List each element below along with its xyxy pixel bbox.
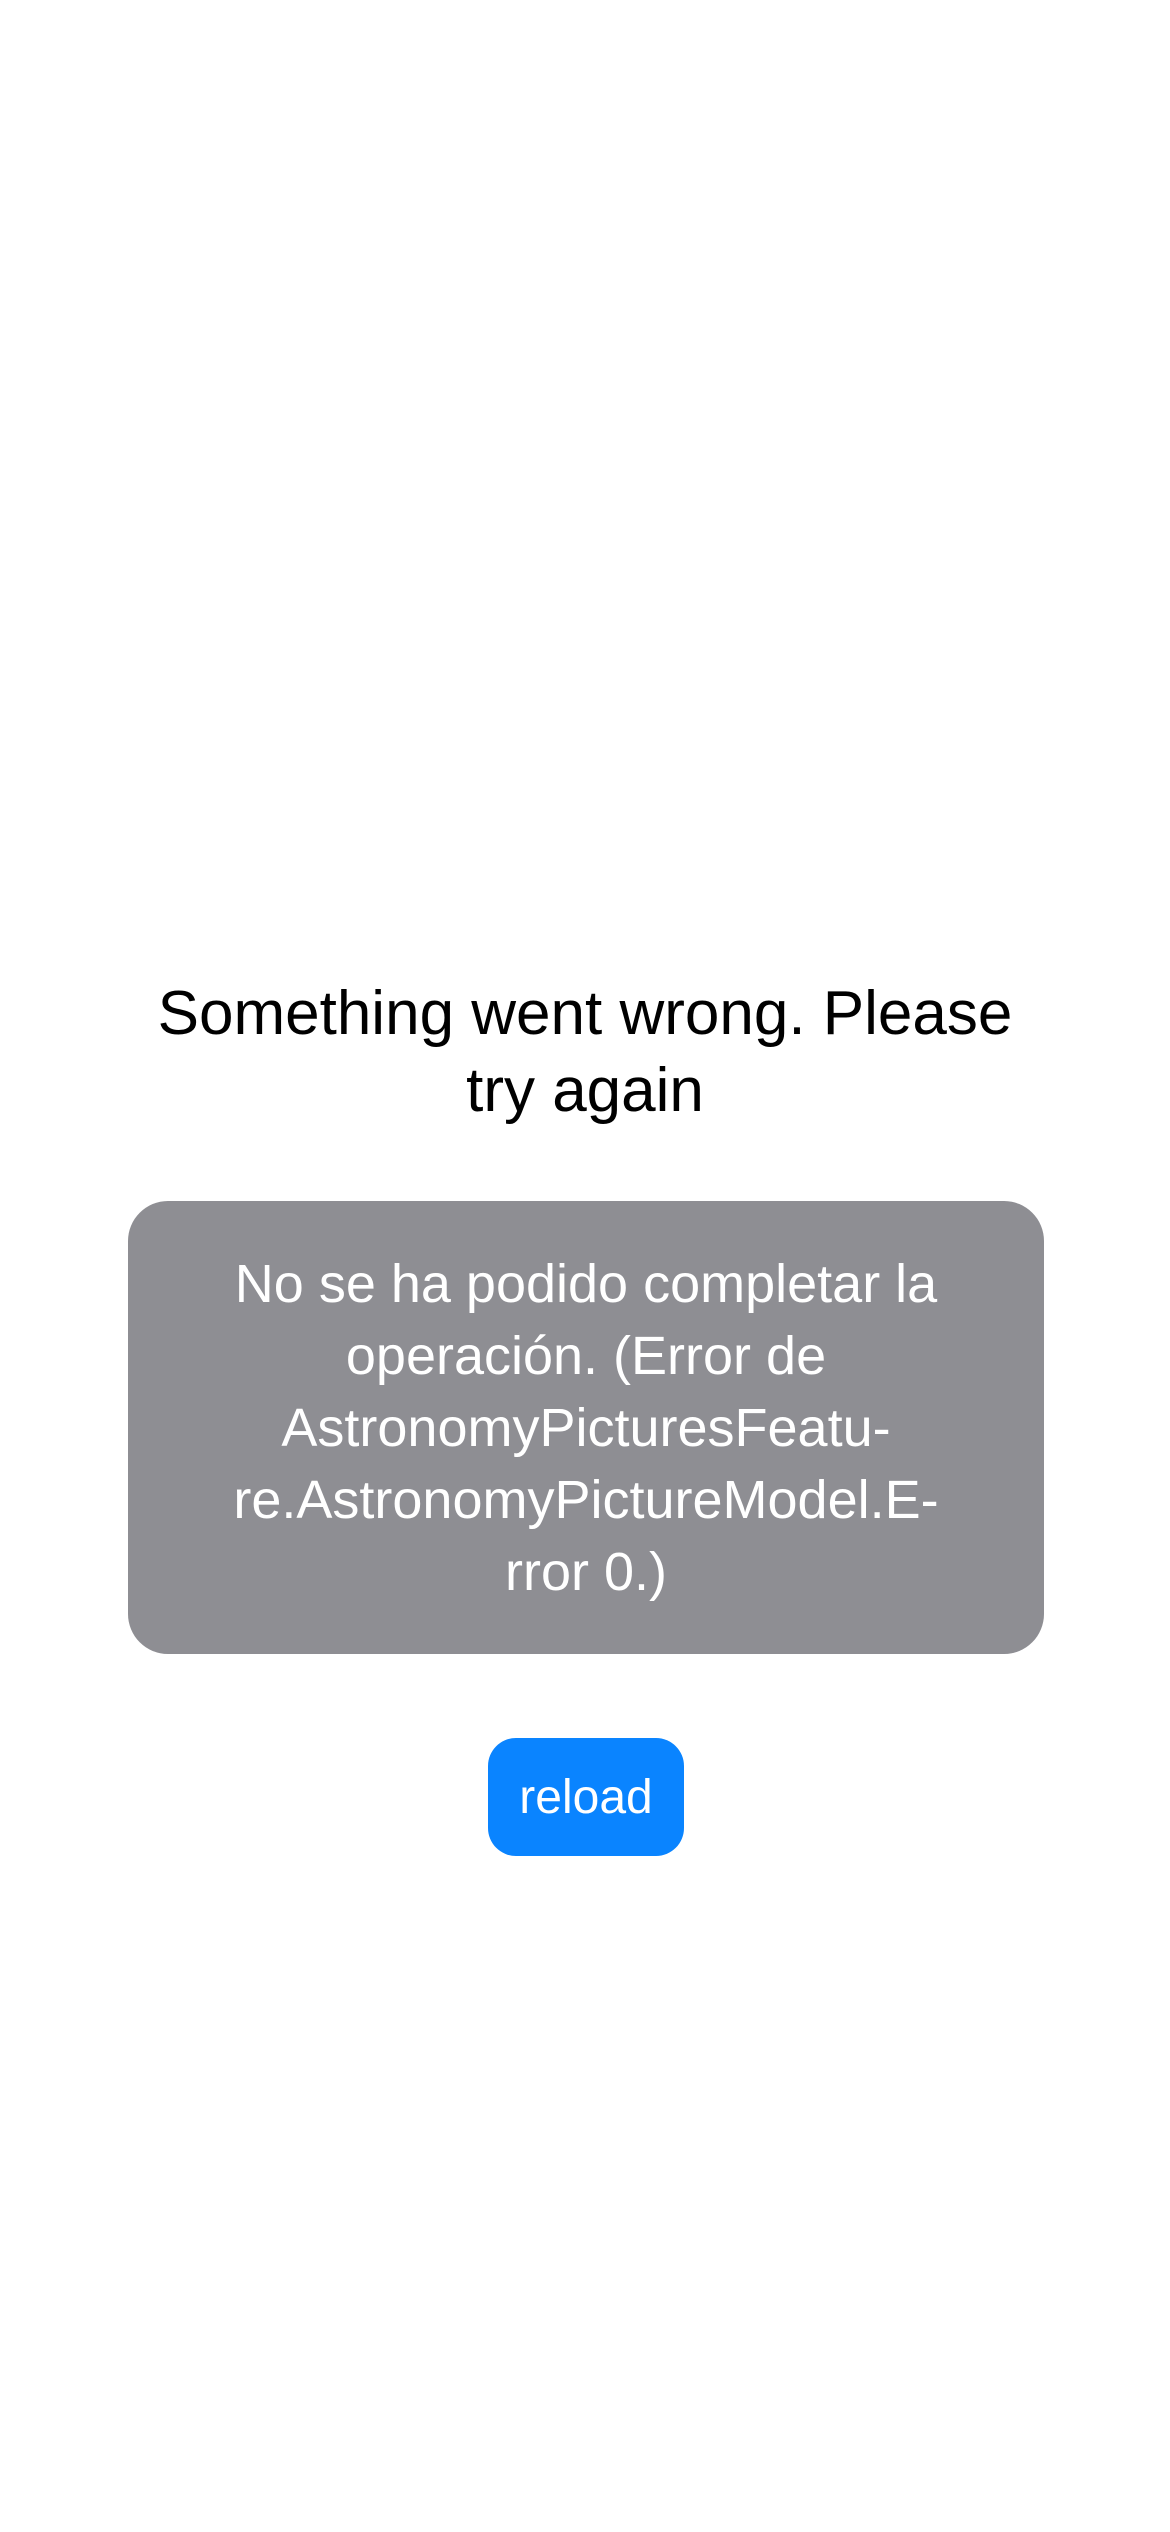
- error-screen: Something went wrong. Please try again N…: [0, 0, 1170, 2532]
- error-message: Something went wrong. Please try again: [157, 979, 1013, 1125]
- reload-button[interactable]: reload: [488, 1738, 684, 1856]
- error-detail-box: No se ha podido completar la operación. …: [128, 1201, 1044, 1654]
- error-detail-text: No se ha podido completar la operación. …: [233, 1253, 939, 1602]
